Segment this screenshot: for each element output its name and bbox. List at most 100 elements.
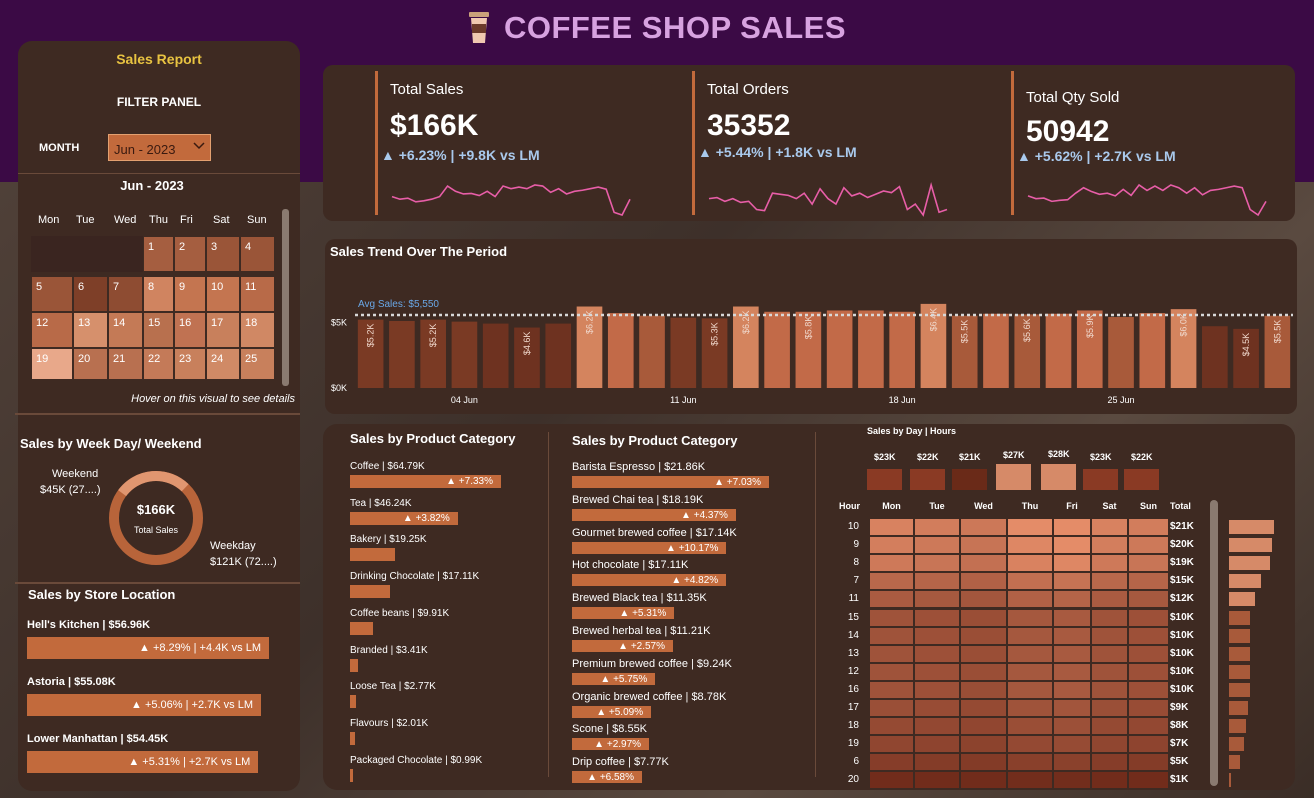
sales-trend-chart[interactable]: $5K$0K$5.2K $5.2K $4.6K$6.2K$5.3K$6.2K $5.8…: [325, 239, 1297, 414]
store-row[interactable]: Lower Manhattan | $54.45K ▲ +5.31% | +2.7…: [27, 733, 272, 773]
calendar-day[interactable]: 3: [206, 236, 240, 272]
heatmap-cell[interactable]: [1128, 771, 1169, 790]
heatmap-cell[interactable]: [1007, 717, 1053, 736]
heatmap-cell[interactable]: [1053, 680, 1091, 699]
heatmap-cell[interactable]: [1091, 590, 1128, 609]
heatmap-cell[interactable]: [1128, 608, 1169, 627]
calendar-day[interactable]: 2: [174, 236, 206, 272]
heatmap-cell[interactable]: [869, 608, 914, 627]
heatmap-cell[interactable]: [914, 662, 960, 681]
calendar-day[interactable]: 15: [143, 312, 174, 348]
heatmap-cell[interactable]: [914, 626, 960, 645]
heatmap-cell[interactable]: [1091, 753, 1128, 772]
heatmap-cell[interactable]: [914, 572, 960, 591]
heatmap-cell[interactable]: [960, 626, 1007, 645]
hour-total-bar[interactable]: [1229, 701, 1249, 716]
heatmap-cell[interactable]: [914, 735, 960, 754]
heatmap-cell[interactable]: [1007, 590, 1053, 609]
calendar-day[interactable]: 10: [206, 276, 240, 312]
heatmap-cell[interactable]: [869, 753, 914, 772]
heatmap-cell[interactable]: [869, 662, 914, 681]
heatmap-cell[interactable]: [960, 536, 1007, 555]
category-row[interactable]: Brewed herbal tea | $11.21K ▲ +2.57%: [572, 625, 809, 652]
kpi-card[interactable]: Total Orders 35352 ▲ +5.44% | +1.8K vs LM: [692, 71, 992, 217]
heatmap-cell[interactable]: [869, 644, 914, 663]
trend-bar[interactable]: [545, 323, 572, 388]
heatmap-cell[interactable]: [960, 608, 1007, 627]
day-total-bar[interactable]: [867, 469, 902, 490]
heatmap-cell[interactable]: [1128, 680, 1169, 699]
day-total-bar[interactable]: [910, 469, 945, 490]
heatmap-cell[interactable]: [1091, 536, 1128, 555]
category-row[interactable]: Coffee beans | $9.91K: [350, 608, 541, 635]
heatmap-cell[interactable]: [914, 680, 960, 699]
hour-total-bar[interactable]: [1229, 664, 1251, 679]
trend-bar[interactable]: [639, 315, 665, 388]
heatmap-cell[interactable]: [1053, 572, 1091, 591]
calendar-day[interactable]: 13: [73, 312, 108, 348]
calendar-day[interactable]: 17: [206, 312, 240, 348]
heatmap-cell[interactable]: [960, 771, 1007, 790]
heatmap-cell[interactable]: [869, 590, 914, 609]
trend-bar[interactable]: [451, 321, 478, 388]
category-row[interactable]: Scone | $8.55K ▲ +2.97%: [572, 723, 809, 751]
heatmap-cell[interactable]: [1007, 572, 1053, 591]
heatmap-cell[interactable]: [1128, 753, 1169, 772]
heatmap-cell[interactable]: [1128, 662, 1169, 681]
heatmap-cell[interactable]: [1007, 753, 1053, 772]
calendar-day[interactable]: 11: [240, 276, 275, 312]
calendar-day[interactable]: 16: [174, 312, 206, 348]
heatmap-cell[interactable]: [914, 644, 960, 663]
kpi-card[interactable]: Total Qty Sold 50942 ▲ +5.62% | +2.7K vs L…: [1011, 71, 1311, 217]
trend-bar[interactable]: [607, 313, 634, 388]
calendar-day[interactable]: 23: [174, 348, 206, 380]
day-total-bar[interactable]: [1083, 469, 1118, 490]
calendar-day[interactable]: 4: [240, 236, 275, 272]
category-row[interactable]: Hot chocolate | $17.11K ▲ +4.82%: [572, 559, 809, 587]
heatmap-cell[interactable]: [1007, 662, 1053, 681]
heatmap-cell[interactable]: [1053, 699, 1091, 718]
heatmap-cell[interactable]: [869, 536, 914, 555]
calendar-day[interactable]: 24: [206, 348, 240, 380]
heatmap-cell[interactable]: [1053, 608, 1091, 627]
trend-bar[interactable]: [826, 310, 853, 388]
heatmap-cell[interactable]: [1007, 771, 1053, 790]
heatmap-cell[interactable]: [1053, 554, 1091, 573]
heatmap-cell[interactable]: [1053, 753, 1091, 772]
heatmap-cell[interactable]: [960, 753, 1007, 772]
calendar-day[interactable]: 5: [31, 276, 73, 312]
heatmap-cell[interactable]: [1053, 518, 1091, 537]
heatmap-cell[interactable]: [1091, 572, 1128, 591]
store-row[interactable]: Astoria | $55.08K ▲ +5.06% | +2.7K vs LM: [27, 676, 272, 716]
hour-total-bar[interactable]: [1229, 737, 1244, 752]
heatmap-cell[interactable]: [1053, 536, 1091, 555]
heatmap-cell[interactable]: [1091, 554, 1128, 573]
hour-total-bar[interactable]: [1229, 556, 1270, 571]
heatmap-cell[interactable]: [1007, 554, 1053, 573]
hour-total-bar[interactable]: [1229, 592, 1255, 607]
heatmap-cell[interactable]: [914, 536, 960, 555]
heatmap-cell[interactable]: [914, 608, 960, 627]
calendar-day[interactable]: 8: [143, 276, 174, 312]
heatmap-cell[interactable]: [1091, 699, 1128, 718]
calendar-day[interactable]: 7: [108, 276, 143, 312]
category-row[interactable]: Packaged Chocolate | $0.99K: [350, 755, 541, 782]
calendar-day[interactable]: 25: [240, 348, 275, 380]
category-row[interactable]: Branded | $3.41K: [350, 645, 541, 672]
heatmap-cell[interactable]: [1091, 717, 1128, 736]
weekend-slice[interactable]: [118, 471, 189, 497]
heatmap-cell[interactable]: [914, 771, 960, 790]
heatmap-cell[interactable]: [869, 699, 914, 718]
trend-bar[interactable]: [983, 313, 1009, 388]
trend-bar[interactable]: [764, 311, 790, 388]
trend-bar[interactable]: [389, 320, 415, 388]
heatmap-cell[interactable]: [1053, 626, 1091, 645]
heatmap-cell[interactable]: [1128, 554, 1169, 573]
heatmap-cell[interactable]: [1091, 518, 1128, 537]
weekday-donut-chart[interactable]: [106, 468, 206, 568]
heatmap-cell[interactable]: [1053, 717, 1091, 736]
category-row[interactable]: Brewed Chai tea | $18.19K ▲ +4.37%: [572, 494, 809, 521]
store-row[interactable]: Hell's Kitchen | $56.96K ▲ +8.29% | +4.4K…: [27, 619, 272, 659]
heatmap-cell[interactable]: [869, 626, 914, 645]
category-row[interactable]: Premium brewed coffee | $9.24K ▲ +5.75%: [572, 658, 809, 685]
